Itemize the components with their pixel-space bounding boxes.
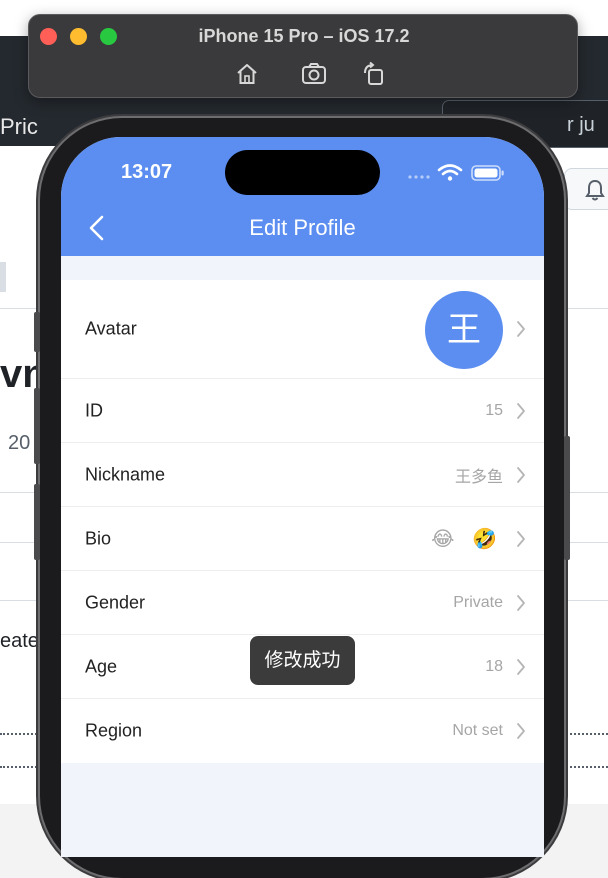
chevron-right-icon: [517, 530, 525, 547]
rotate-icon: [364, 61, 383, 85]
row-value: 😂 🤣: [431, 528, 503, 550]
background-dotted-line: [0, 766, 40, 768]
avatar: 王: [425, 291, 503, 369]
app-header: 13:07 Edit Profile: [61, 137, 544, 256]
home-button[interactable]: [234, 61, 260, 87]
chevron-right-icon: [517, 658, 525, 675]
phone-volume-up-button: [34, 388, 40, 464]
status-bar-icons: [408, 164, 504, 181]
bio-row[interactable]: Bio 😂 🤣: [61, 507, 544, 571]
row-value: 王多鱼: [454, 468, 503, 486]
phone-power-button: [564, 436, 570, 560]
signal-icon: [408, 175, 430, 179]
chevron-right-icon: [517, 723, 525, 739]
wifi-icon: [437, 164, 463, 176]
row-label: Bio: [85, 528, 112, 548]
phone-side-button: [34, 312, 40, 352]
screenshot-button[interactable]: [301, 61, 327, 87]
screenshot-icon: [302, 63, 326, 84]
background-date-text: 20: [8, 432, 31, 454]
phone-screen: 13:07 Edit Profile Avatar 王 ID 15 Nickna…: [61, 137, 544, 857]
row-label: Nickname: [85, 464, 166, 484]
row-label: Age: [85, 656, 118, 676]
background-side-mark: [0, 262, 6, 292]
row-label: Gender: [85, 592, 146, 612]
profile-settings-list: Avatar 王 ID 15 Nickname 王多鱼 Bio 😂 🤣 Gend…: [61, 280, 544, 763]
nickname-row[interactable]: Nickname 王多鱼: [61, 443, 544, 507]
dynamic-island: [225, 150, 380, 195]
background-dotted-line: [0, 733, 44, 735]
row-value: Not set: [452, 722, 503, 739]
rotate-button[interactable]: [361, 61, 387, 87]
background-notification-button[interactable]: [564, 168, 608, 210]
row-value: Private: [453, 593, 503, 611]
status-bar-time: 13:07: [121, 161, 173, 183]
region-row[interactable]: Region Not set: [61, 699, 544, 763]
avatar-row[interactable]: Avatar 王: [61, 280, 544, 379]
row-label: ID: [85, 400, 103, 420]
background-dotted-line: [566, 766, 608, 768]
id-row[interactable]: ID 15: [61, 379, 544, 443]
chevron-right-icon: [517, 594, 525, 611]
row-label: Region: [85, 720, 143, 741]
row-value: 18: [485, 657, 503, 675]
row-label: Avatar: [85, 318, 137, 339]
bell-icon: [585, 179, 605, 201]
chevron-right-icon: [517, 321, 525, 337]
background-nav-link[interactable]: Pric: [0, 114, 38, 140]
background-dotted-line: [566, 733, 608, 735]
page-title: Edit Profile: [249, 215, 356, 240]
toast-message: 修改成功: [250, 636, 355, 685]
phone-volume-down-button: [34, 484, 40, 560]
home-icon: [237, 64, 257, 84]
battery-icon: [471, 165, 504, 181]
simulator-title-bar: iPhone 15 Pro – iOS 17.2: [28, 14, 578, 98]
gender-row[interactable]: Gender Private: [61, 571, 544, 635]
row-value: 15: [485, 401, 503, 419]
chevron-right-icon: [517, 402, 525, 419]
chevron-right-icon: [517, 466, 525, 483]
simulator-title: iPhone 15 Pro – iOS 17.2: [198, 26, 410, 46]
background-search-text: r ju: [567, 114, 595, 136]
